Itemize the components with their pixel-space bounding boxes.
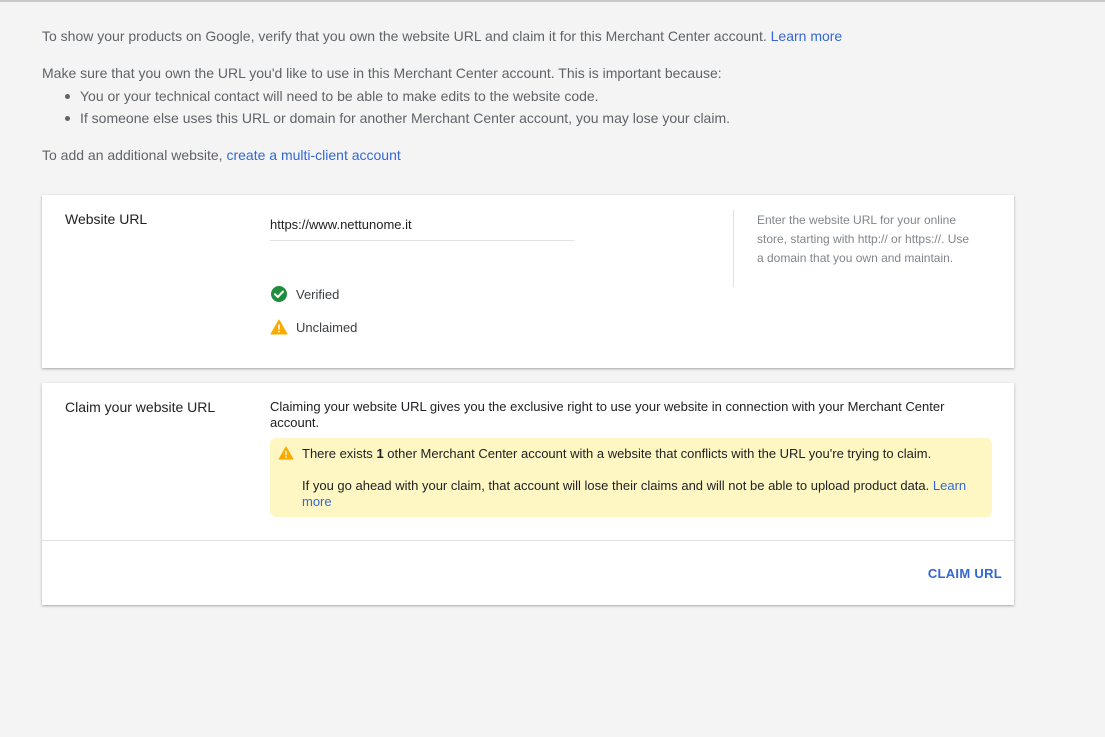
verified-status: Verified bbox=[270, 285, 339, 303]
conflict-warning-line-1: There exists 1 other Merchant Center acc… bbox=[302, 446, 931, 461]
claim-description: Claiming your website URL gives you the … bbox=[270, 399, 945, 430]
intro-line-3: To add an additional website, create a m… bbox=[42, 145, 1042, 165]
check-circle-icon bbox=[271, 286, 287, 302]
claim-url-label: Claim your website URL bbox=[65, 399, 216, 415]
website-url-label: Website URL bbox=[65, 211, 148, 227]
intro-line-2: Make sure that you own the URL you'd lik… bbox=[42, 65, 722, 81]
multi-client-account-link[interactable]: create a multi-client account bbox=[226, 147, 400, 163]
verified-label: Verified bbox=[296, 286, 340, 302]
warning-pre-text: There exists bbox=[302, 446, 373, 461]
conflict-count: 1 bbox=[376, 446, 384, 461]
warning-line-2-text: If you go ahead with your claim, that ac… bbox=[302, 478, 930, 493]
warning-icon bbox=[278, 446, 294, 460]
intro-line-1-text: To show your products on Google, verify … bbox=[42, 28, 767, 44]
conflict-warning-line-2: If you go ahead with your claim, that ac… bbox=[302, 478, 992, 510]
unclaimed-status: Unclaimed bbox=[270, 319, 357, 335]
unclaimed-label: Unclaimed bbox=[296, 319, 358, 335]
intro-section: To show your products on Google, verify … bbox=[42, 26, 1042, 165]
website-url-field[interactable]: https://www.nettunome.it bbox=[270, 217, 574, 241]
intro-line-1: To show your products on Google, verify … bbox=[42, 26, 1042, 46]
learn-more-link[interactable]: Learn more bbox=[771, 28, 843, 44]
horizontal-divider bbox=[42, 540, 1014, 541]
top-border bbox=[0, 0, 1105, 2]
intro-bullet-list: You or your technical contact will need … bbox=[64, 85, 1042, 129]
vertical-divider bbox=[733, 210, 734, 287]
intro-bullet: If someone else uses this URL or domain … bbox=[64, 107, 1042, 129]
intro-bullet: You or your technical contact will need … bbox=[64, 85, 1042, 107]
intro-line-3-text: To add an additional website, bbox=[42, 147, 223, 163]
website-url-card: Website URL https://www.nettunome.it Ver… bbox=[42, 195, 1014, 368]
warning-post-text: other Merchant Center account with a web… bbox=[387, 446, 932, 461]
claim-url-button[interactable]: CLAIM URL bbox=[928, 566, 1002, 581]
conflict-warning-box: There exists 1 other Merchant Center acc… bbox=[270, 438, 992, 517]
website-url-help-text: Enter the website URL for your online st… bbox=[757, 213, 970, 265]
claim-url-card: Claim your website URL Claiming your web… bbox=[42, 383, 1014, 605]
warning-icon bbox=[270, 319, 288, 335]
